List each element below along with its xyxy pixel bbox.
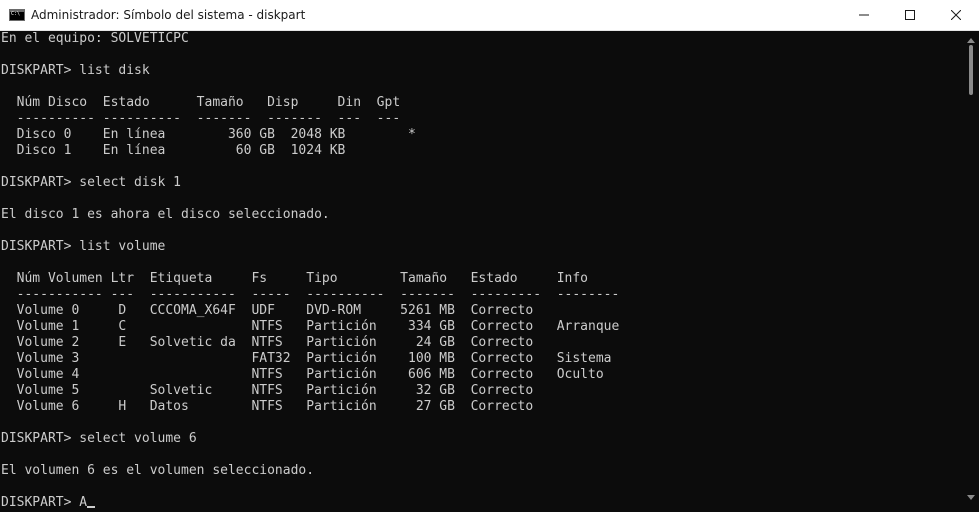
terminal-line: Disco 0 En línea 360 GB 2048 KB *	[1, 127, 416, 142]
terminal-line: Núm Disco Estado Tamaño Disp Din Gpt	[1, 95, 401, 110]
terminal-line: El disco 1 es ahora el disco seleccionad…	[1, 207, 330, 222]
terminal-line: Volume 2 E Solvetic da NTFS Partición 24…	[1, 335, 534, 350]
minimize-icon	[859, 14, 869, 16]
title-bar[interactable]: Administrador: Símbolo del sistema - dis…	[0, 0, 979, 31]
terminal-line: Volume 6 H Datos NTFS Partición 27 GB Co…	[1, 399, 534, 414]
prompt-text: DISKPART> A	[1, 495, 88, 510]
text-cursor	[87, 506, 96, 508]
terminal-line: Disco 1 En línea 60 GB 1024 KB	[1, 143, 346, 158]
terminal-line: Volume 1 C NTFS Partición 334 GB Correct…	[1, 319, 620, 334]
terminal-line: DISKPART> list volume	[1, 239, 166, 254]
terminal-line: En el equipo: SOLVETICPC	[1, 31, 189, 46]
terminal-line: DISKPART> select disk 1	[1, 175, 182, 190]
terminal-line: DISKPART> select volume 6	[1, 431, 197, 446]
terminal-line: ----------- --- ----------- ----- ------…	[1, 287, 620, 302]
terminal-line: Volume 5 Solvetic NTFS Partición 32 GB C…	[1, 383, 534, 398]
scroll-down-arrow-icon[interactable]	[967, 495, 975, 500]
minimize-button[interactable]	[841, 0, 887, 30]
terminal-line: Núm Volumen Ltr Etiqueta Fs Tipo Tamaño …	[1, 271, 588, 286]
terminal-output[interactable]: En el equipo: SOLVETICPC DISKPART> list …	[0, 31, 963, 512]
terminal-line: ---------- ---------- ------- ------- --…	[1, 111, 401, 126]
window-title: Administrador: Símbolo del sistema - dis…	[31, 8, 306, 22]
maximize-button[interactable]	[887, 0, 933, 30]
cmd-icon	[9, 9, 25, 21]
close-button[interactable]	[933, 0, 979, 30]
scrollbar-thumb[interactable]	[969, 45, 973, 95]
terminal-prompt-line[interactable]: DISKPART> A	[0, 495, 963, 511]
scroll-up-arrow-icon[interactable]	[967, 38, 975, 43]
terminal-line: Volume 3 FAT32 Partición 100 MB Correcto…	[1, 351, 612, 366]
terminal-line: DISKPART> list disk	[1, 63, 150, 78]
cmd-window: Administrador: Símbolo del sistema - dis…	[0, 0, 979, 512]
maximize-icon	[905, 10, 915, 20]
terminal-line: El volumen 6 es el volumen seleccionado.	[1, 463, 315, 478]
vertical-scrollbar[interactable]	[963, 31, 979, 512]
terminal-line: Volume 0 D CCCOMA_X64F UDF DVD-ROM 5261 …	[1, 303, 534, 318]
terminal-line: Volume 4 NTFS Partición 606 MB Correcto …	[1, 367, 604, 382]
close-icon	[951, 10, 961, 20]
